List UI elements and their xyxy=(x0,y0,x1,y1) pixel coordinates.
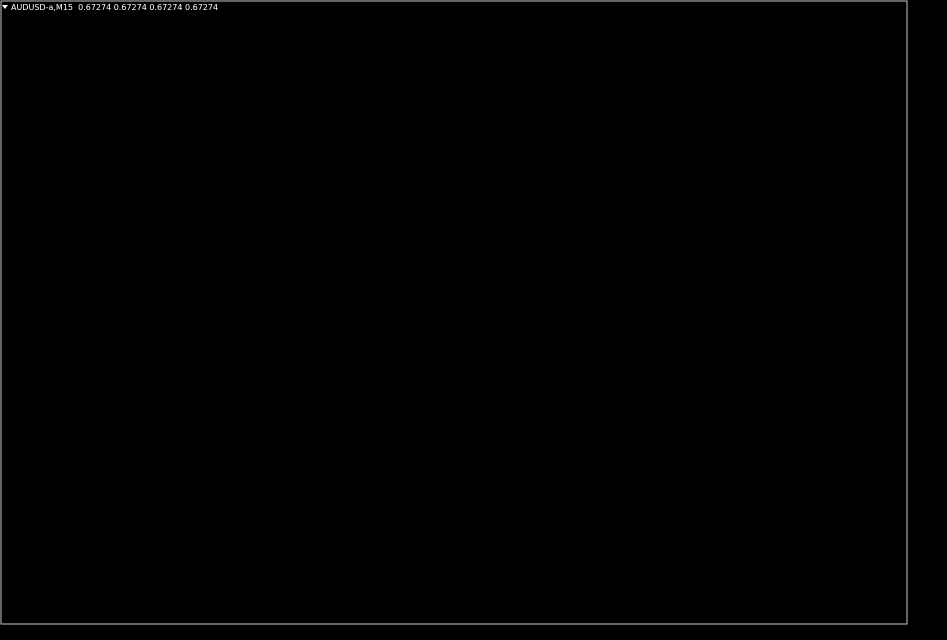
price-chart[interactable] xyxy=(0,0,947,640)
plot-frame xyxy=(0,0,908,625)
